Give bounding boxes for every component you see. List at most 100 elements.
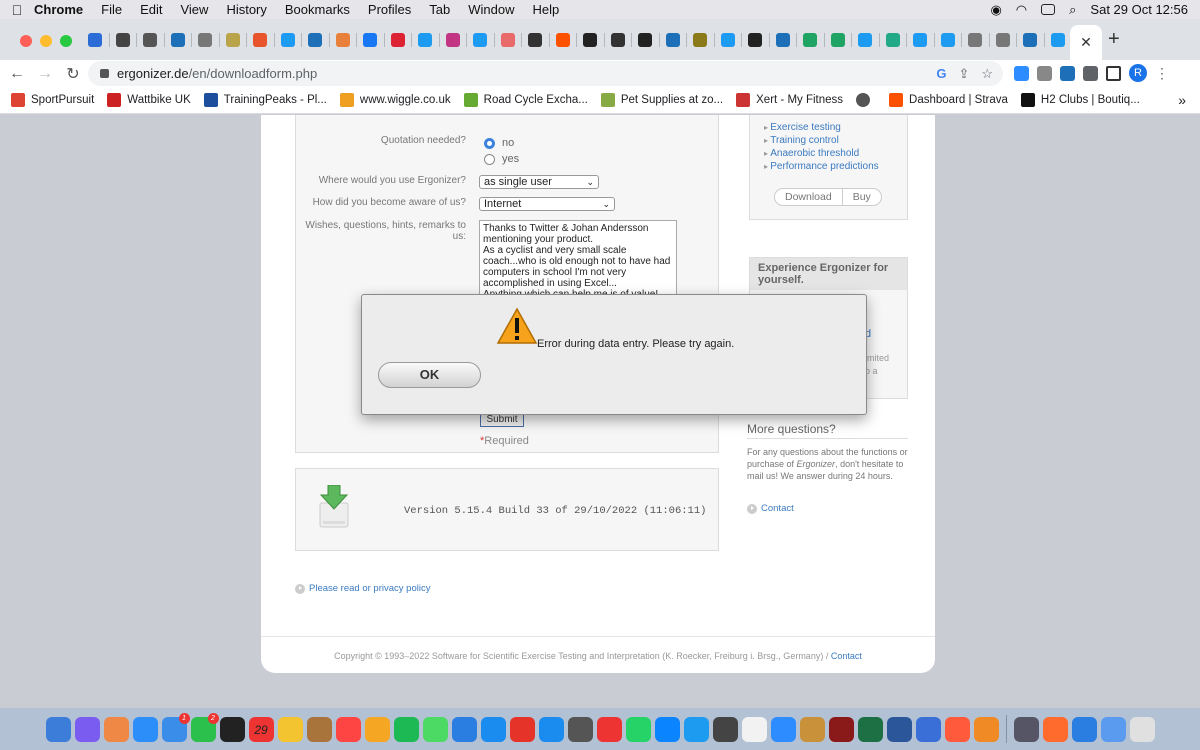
tab-favicon[interactable] (935, 33, 962, 47)
feature-link[interactable]: Performance predictions (764, 160, 878, 173)
close-window-button[interactable] (20, 35, 32, 47)
dock-app-icon[interactable] (422, 716, 448, 742)
menu-history[interactable]: History (226, 2, 266, 17)
dock-app-icon[interactable] (393, 716, 419, 742)
forward-icon[interactable]: → (34, 65, 56, 83)
how-select[interactable]: Internet ⌄ (479, 197, 615, 211)
battery-icon[interactable] (1041, 4, 1056, 15)
calendar-app-icon[interactable]: 29 (248, 716, 274, 742)
tab-favicon[interactable] (852, 33, 879, 47)
dock-app-icon[interactable] (509, 716, 535, 742)
tab-favicon[interactable] (275, 33, 302, 47)
tab-favicon[interactable] (467, 33, 494, 47)
tab-favicon[interactable] (440, 33, 467, 47)
dock-app-icon[interactable] (1013, 716, 1039, 742)
menu-edit[interactable]: Edit (140, 2, 162, 17)
tab-favicon[interactable] (82, 33, 109, 47)
avatar[interactable]: R (1129, 64, 1147, 82)
tab-favicon[interactable] (770, 33, 797, 47)
zoom-window-button[interactable] (60, 35, 72, 47)
tab-favicon[interactable] (137, 33, 164, 47)
footer-contact-link[interactable]: Contact (831, 651, 862, 661)
menu-profiles[interactable]: Profiles (368, 2, 411, 17)
tab-favicon[interactable] (715, 33, 742, 47)
radio-no-button[interactable] (484, 137, 495, 149)
new-tab-button[interactable]: + (1108, 28, 1120, 51)
dock-app-icon[interactable] (944, 716, 970, 742)
contact-link-label[interactable]: Contact (761, 503, 794, 514)
dock-app-icon[interactable] (1042, 716, 1068, 742)
tab-favicon[interactable] (412, 33, 439, 47)
privacy-link[interactable]: Please read or privacy policy (295, 583, 430, 594)
tab-favicon[interactable] (495, 33, 522, 47)
tab-favicon[interactable] (962, 33, 989, 47)
dock-app-icon[interactable] (712, 716, 738, 742)
active-tab[interactable]: ✕ (1070, 25, 1102, 60)
radio-yes[interactable]: yes (484, 153, 519, 165)
download-icon[interactable] (318, 485, 350, 529)
dock-app-icon[interactable] (654, 716, 680, 742)
share-icon[interactable]: ⇪ (958, 66, 969, 82)
dock-app-icon[interactable] (973, 716, 999, 742)
feature-link[interactable]: Anaerobic threshold (764, 147, 879, 160)
clock[interactable]: Sat 29 Oct 12:56 (1090, 2, 1188, 17)
wifi-icon[interactable]: ◠ (1016, 2, 1027, 18)
tab-favicon[interactable] (165, 33, 192, 47)
bookmark-item[interactable]: www.wiggle.co.uk (339, 93, 451, 107)
bookmark-item[interactable]: H2 Clubs | Boutiq... (1020, 93, 1140, 107)
dock-app-icon[interactable] (538, 716, 564, 742)
dock-app-icon[interactable] (335, 716, 361, 742)
extension-icon[interactable] (1060, 65, 1075, 81)
download-button[interactable]: Download (775, 189, 842, 205)
dock-app-icon[interactable]: 1 (161, 712, 190, 742)
tab-favicon[interactable] (550, 33, 577, 47)
tab-favicon[interactable] (302, 33, 329, 47)
feature-link[interactable]: Training control (764, 134, 879, 147)
control-center-icon[interactable]: ◉ (990, 2, 1001, 18)
extension-icon[interactable] (1037, 65, 1052, 81)
dock-app-icon[interactable] (596, 716, 622, 742)
dock-app-icon[interactable] (364, 716, 390, 742)
tab-favicon[interactable] (797, 33, 824, 47)
reload-icon[interactable]: ↻ (62, 64, 84, 84)
dock-app-icon[interactable] (799, 716, 825, 742)
dock-app-icon[interactable]: 2 (190, 712, 219, 742)
url-text[interactable]: ergonizer.de/en/downloadform.php (117, 66, 317, 81)
address-bar[interactable]: ergonizer.de/en/downloadform.php G ⇪ ☆ (88, 61, 1003, 86)
ok-button[interactable]: OK (378, 362, 481, 388)
dock-app-icon[interactable] (770, 716, 796, 742)
tab-favicon[interactable] (110, 33, 137, 47)
tab-favicon[interactable] (192, 33, 219, 47)
contact-link[interactable]: Contact (747, 503, 794, 514)
radio-no[interactable]: no (484, 137, 514, 149)
search-icon[interactable]: ⌕ (1069, 2, 1076, 18)
bookmark-item[interactable]: Dashboard | Strava (889, 93, 1008, 107)
apple-icon[interactable]:  (0, 2, 34, 18)
dock-app-icon[interactable] (1129, 716, 1155, 742)
tab-favicon[interactable] (880, 33, 907, 47)
buy-button[interactable]: Buy (841, 189, 881, 205)
dock-app-icon[interactable] (625, 716, 651, 742)
more-menu-icon[interactable]: ⋮ (1155, 65, 1169, 82)
tab-favicon[interactable] (1017, 33, 1044, 47)
tab-favicon[interactable] (220, 33, 247, 47)
minimize-window-button[interactable] (40, 35, 52, 47)
bookmark-item[interactable]: Xert - My Fitness (736, 93, 843, 107)
where-select[interactable]: as single user ⌄ (479, 175, 599, 189)
dock-app-icon[interactable] (277, 716, 303, 742)
bookmark-item[interactable]: Pet Supplies at zo... (600, 93, 723, 107)
dock-app-icon[interactable] (915, 716, 941, 742)
tab-favicon[interactable] (330, 33, 357, 47)
menu-file[interactable]: File (101, 2, 122, 17)
menu-chrome[interactable]: Chrome (34, 2, 83, 17)
dock-app-icon[interactable] (219, 716, 245, 742)
radio-yes-button[interactable] (484, 153, 495, 165)
tab-favicon[interactable] (522, 33, 549, 47)
dock-app-icon[interactable] (74, 716, 100, 742)
tab-favicon[interactable] (907, 33, 934, 47)
bookmark-item[interactable]: Wattbike UK (107, 93, 191, 107)
dock-app-icon[interactable] (306, 716, 332, 742)
tab-favicon[interactable] (385, 33, 412, 47)
dock-app-icon[interactable] (1100, 716, 1126, 742)
sidepanel-icon[interactable] (1106, 65, 1121, 81)
